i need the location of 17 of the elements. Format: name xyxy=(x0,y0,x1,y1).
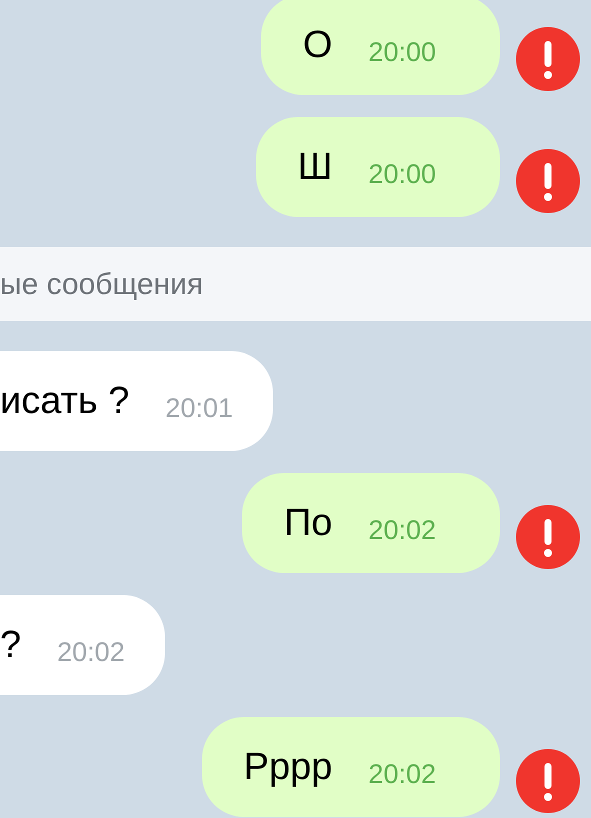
message-text: Ш xyxy=(298,144,332,190)
message-time: 20:00 xyxy=(368,36,436,69)
message-time: 20:02 xyxy=(57,636,125,669)
error-icon[interactable] xyxy=(516,27,580,91)
error-icon[interactable] xyxy=(516,505,580,569)
error-icon[interactable] xyxy=(516,149,580,213)
message-time: 20:02 xyxy=(368,514,436,547)
message-time: 20:02 xyxy=(368,758,436,791)
message-text: О xyxy=(302,22,332,68)
message-text: По xyxy=(284,500,332,546)
message-text: Рррр xyxy=(244,744,332,790)
message-time: 20:00 xyxy=(368,158,436,191)
message-text: исать ? xyxy=(0,378,130,424)
divider-label: ые сообщения xyxy=(0,266,204,302)
error-icon[interactable] xyxy=(516,749,580,813)
message-text: ? xyxy=(0,622,22,668)
message-time: 20:01 xyxy=(165,392,233,425)
